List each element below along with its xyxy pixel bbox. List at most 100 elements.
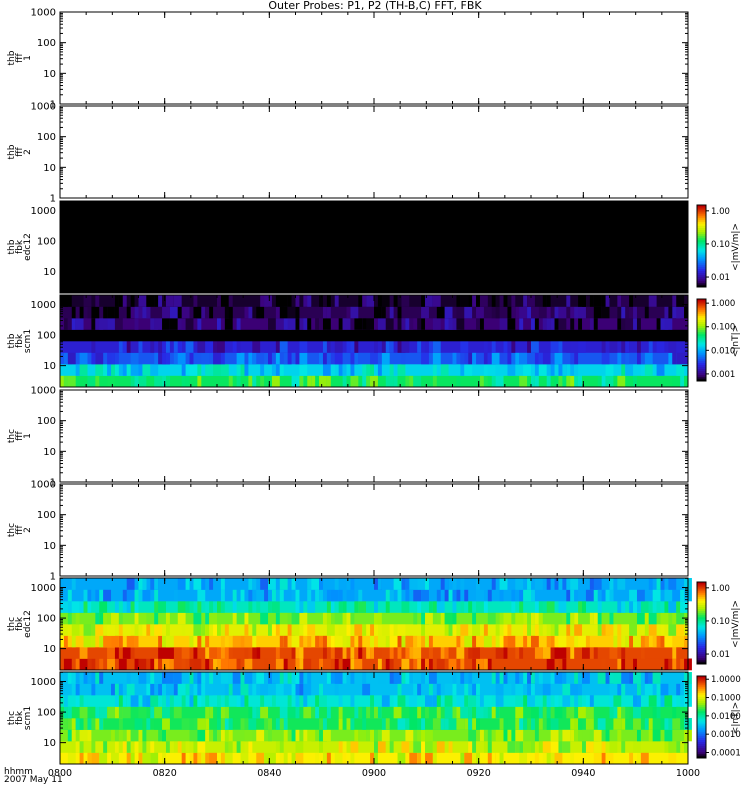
spectrogram-cell: [260, 318, 269, 330]
spectrogram-cell: [668, 752, 677, 765]
spectrogram-cell: [456, 706, 461, 719]
spectrogram-cell: [503, 635, 508, 648]
spectrogram-cell: [377, 364, 382, 376]
spectrogram-cell: [252, 341, 261, 353]
spectrogram-cell: [680, 695, 685, 707]
spectrogram-cell: [322, 647, 327, 659]
spectrogram-cell: [244, 364, 249, 376]
spectrogram-cell: [256, 647, 261, 659]
spectrogram-cell: [448, 624, 453, 636]
spectrogram-cell: [315, 752, 320, 765]
spectrogram-cell: [476, 318, 480, 330]
colorbar-label: <|nT|>: [731, 702, 741, 734]
spectrogram-cell: [268, 624, 272, 636]
spectrogram-cell: [330, 364, 335, 376]
spectrogram-cell: [138, 341, 143, 353]
spectrogram-cell: [299, 635, 304, 648]
spectrogram-cell: [542, 741, 551, 753]
spectrogram-cell: [636, 752, 641, 765]
spectrogram-cell: [111, 683, 115, 696]
spectrogram-cell: [542, 295, 547, 307]
spectrogram-cell: [640, 352, 645, 365]
spectrogram-cell: [358, 589, 363, 602]
spectrogram-cell: [79, 624, 84, 636]
spectrogram-cell: [468, 295, 473, 307]
spectrogram-cell: [648, 672, 653, 684]
spectrogram-cell: [676, 683, 681, 696]
spectrogram-cell: [260, 706, 269, 719]
spectrogram-cell: [601, 375, 606, 388]
spectrogram-cell: [397, 647, 402, 659]
spectrogram-cell: [633, 718, 641, 730]
spectrogram-cell: [507, 624, 512, 636]
spectrogram-cell: [291, 624, 300, 636]
spectrogram-cell: [122, 601, 127, 613]
spectrogram-cell: [275, 741, 280, 753]
spectrogram-cell: [660, 601, 665, 613]
spectrogram-cell: [350, 658, 355, 671]
spectrogram-cell: [197, 683, 202, 696]
spectrogram-cell: [75, 729, 80, 742]
spectrogram-cell: [460, 295, 469, 307]
spectrogram-band: [60, 247, 688, 259]
spectrogram-cell: [162, 695, 166, 707]
spectrogram-cell: [334, 752, 343, 765]
spectrogram-cell: [523, 589, 531, 602]
spectrogram-cell: [193, 647, 198, 659]
spectrogram-cell: [401, 295, 410, 307]
spectrogram-cell: [295, 741, 304, 753]
spectrogram-cell: [154, 706, 163, 719]
spectrogram-cell: [71, 601, 80, 613]
spectrogram-cell: [633, 375, 637, 388]
spectrogram-cell: [664, 658, 669, 671]
y-tick-label: 1: [50, 194, 56, 205]
spectrogram-cell: [578, 672, 583, 684]
spectrogram-cell: [664, 635, 673, 648]
spectrogram-cell: [393, 695, 398, 707]
spectrogram-cell: [244, 624, 249, 636]
spectrogram-cell: [193, 752, 198, 765]
spectrogram-cell: [534, 318, 539, 330]
spectrogram-cell: [558, 612, 563, 625]
spectrogram-cell: [605, 729, 610, 742]
spectrogram-cell: [291, 578, 296, 590]
spectrogram-cell: [456, 318, 465, 330]
spectrogram-cell: [342, 318, 351, 330]
spectrogram-cell: [413, 647, 422, 659]
spectrogram-cell: [374, 729, 378, 742]
spectrogram-cell: [578, 695, 583, 707]
spectrogram-cell: [515, 695, 524, 707]
spectrogram-cell: [444, 695, 453, 707]
spectrogram-cell: [126, 589, 135, 602]
spectrogram-cell: [118, 635, 123, 648]
colorbar-tick-label: 1.000: [711, 299, 735, 309]
spectrogram-cell: [279, 752, 284, 765]
spectrogram-cell: [633, 741, 641, 753]
spectrogram-cell: [476, 683, 480, 696]
spectrogram-cell: [676, 295, 685, 307]
spectrogram-cell: [468, 672, 473, 684]
spectrogram-cell: [322, 352, 327, 365]
spectrogram-cell: [605, 295, 610, 307]
spectrogram-cell: [472, 647, 480, 659]
spectrogram-cell: [134, 718, 143, 730]
spectrogram-cell: [217, 318, 221, 330]
spectrogram-cell: [534, 624, 539, 636]
spectrogram-cell: [421, 352, 429, 365]
spectrogram-cell: [487, 741, 492, 753]
spectrogram-cell: [205, 695, 210, 707]
spectrogram-cell: [322, 364, 331, 376]
spectrogram-cell: [570, 364, 575, 376]
spectrogram-cell: [648, 695, 657, 707]
spectrogram-cell: [609, 683, 618, 696]
spectrogram-cell: [283, 752, 288, 765]
spectrogram-cell: [169, 306, 178, 319]
spectrogram-cell: [342, 601, 347, 613]
spectrogram-cell: [193, 683, 198, 696]
spectrogram-cell: [609, 706, 614, 719]
spectrogram-cell: [444, 306, 453, 319]
spectrogram-cell: [79, 718, 84, 730]
spectrogram-cell: [287, 706, 296, 719]
spectrogram-cell: [326, 706, 331, 719]
spectrogram-cell: [264, 295, 272, 307]
